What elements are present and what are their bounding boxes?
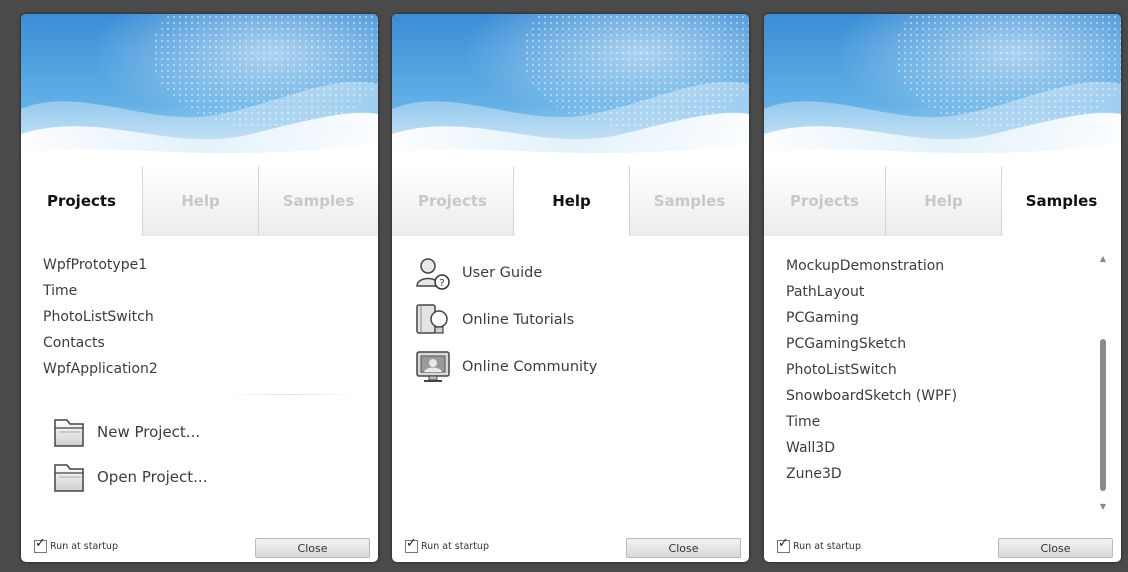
folder-icon — [54, 464, 84, 492]
list-item[interactable]: MockupDemonstration — [786, 253, 957, 279]
run-at-startup-label: Run at startup — [421, 541, 489, 552]
tab-help[interactable]: Help — [513, 166, 629, 236]
tab-projects[interactable]: Projects — [764, 166, 885, 236]
start-dialog-samples: Projects Help Samples MockupDemonstratio… — [764, 14, 1121, 562]
start-dialog-projects: Projects Help Samples WpfPrototype1 Time… — [21, 14, 378, 562]
run-at-startup-label: Run at startup — [793, 541, 861, 552]
list-item[interactable]: PathLayout — [786, 279, 957, 305]
user-guide-link[interactable]: ? User Guide — [414, 253, 542, 293]
tab-bar: Projects Help Samples — [764, 166, 1121, 236]
start-dialog-help: Projects Help Samples ? User Guide Onlin… — [392, 14, 749, 562]
tab-samples[interactable]: Samples — [1001, 166, 1121, 236]
open-project-button[interactable]: Open Project... — [51, 457, 207, 497]
user-help-icon: ? — [416, 258, 450, 290]
open-project-label: Open Project... — [97, 468, 208, 486]
dialog-footer: Run at startup Close — [764, 532, 1121, 562]
checkbox-box[interactable] — [34, 536, 47, 553]
online-community-label: Online Community — [462, 359, 598, 375]
triangle-down-icon[interactable]: ▼ — [1097, 502, 1109, 512]
samples-scrollbar[interactable]: ▲ ▼ — [1097, 254, 1109, 512]
list-item[interactable]: WpfApplication2 — [43, 356, 158, 382]
run-at-startup-checkbox[interactable]: Run at startup — [405, 536, 489, 553]
tab-bar: Projects Help Samples — [392, 166, 749, 236]
tab-help[interactable]: Help — [142, 166, 258, 236]
online-tutorials-label: Online Tutorials — [462, 312, 575, 328]
tab-projects[interactable]: Projects — [21, 166, 142, 236]
online-tutorials-link[interactable]: Online Tutorials — [414, 300, 574, 340]
new-project-button[interactable]: New Project... — [51, 412, 200, 452]
close-button[interactable]: Close — [998, 538, 1113, 558]
recent-projects-list: WpfPrototype1 Time PhotoListSwitch Conta… — [43, 252, 158, 382]
list-item[interactable]: PhotoListSwitch — [43, 304, 158, 330]
tab-samples[interactable]: Samples — [629, 166, 749, 236]
list-item[interactable]: Time — [786, 409, 957, 435]
samples-list: MockupDemonstration PathLayout PCGaming … — [786, 253, 957, 487]
dialog-footer: Run at startup Close — [21, 532, 378, 562]
tab-projects[interactable]: Projects — [392, 166, 513, 236]
online-community-link[interactable]: Online Community — [414, 347, 597, 387]
list-item[interactable]: PhotoListSwitch — [786, 357, 957, 383]
community-monitor-icon — [416, 351, 450, 382]
list-item[interactable]: SnowboardSketch (WPF) — [786, 383, 957, 409]
user-guide-label: User Guide — [462, 265, 543, 281]
svg-text:?: ? — [439, 278, 444, 289]
list-item[interactable]: PCGaming — [786, 305, 957, 331]
run-at-startup-label: Run at startup — [50, 541, 118, 552]
close-button[interactable]: Close — [626, 538, 741, 558]
triangle-up-icon[interactable]: ▲ — [1097, 254, 1109, 264]
folder-icon — [54, 419, 84, 447]
tab-bar: Projects Help Samples — [21, 166, 378, 236]
list-item[interactable]: Wall3D — [786, 435, 957, 461]
tutorial-bulb-icon — [416, 304, 448, 334]
list-item[interactable]: Time — [43, 278, 158, 304]
tab-help[interactable]: Help — [885, 166, 1001, 236]
list-item[interactable]: PCGamingSketch — [786, 331, 957, 357]
banner-image — [21, 14, 378, 166]
tab-samples[interactable]: Samples — [258, 166, 378, 236]
dialog-footer: Run at startup Close — [392, 532, 749, 562]
banner-image — [392, 14, 749, 166]
run-at-startup-checkbox[interactable]: Run at startup — [777, 536, 861, 553]
banner-image — [764, 14, 1121, 166]
list-item[interactable]: Zune3D — [786, 461, 957, 487]
checkbox-box[interactable] — [777, 536, 790, 553]
divider — [221, 394, 359, 395]
checkbox-box[interactable] — [405, 536, 418, 553]
close-button[interactable]: Close — [255, 538, 370, 558]
new-project-label: New Project... — [97, 423, 201, 441]
list-item[interactable]: Contacts — [43, 330, 158, 356]
scrollbar-thumb[interactable] — [1100, 339, 1106, 491]
list-item[interactable]: WpfPrototype1 — [43, 252, 158, 278]
run-at-startup-checkbox[interactable]: Run at startup — [34, 536, 118, 553]
